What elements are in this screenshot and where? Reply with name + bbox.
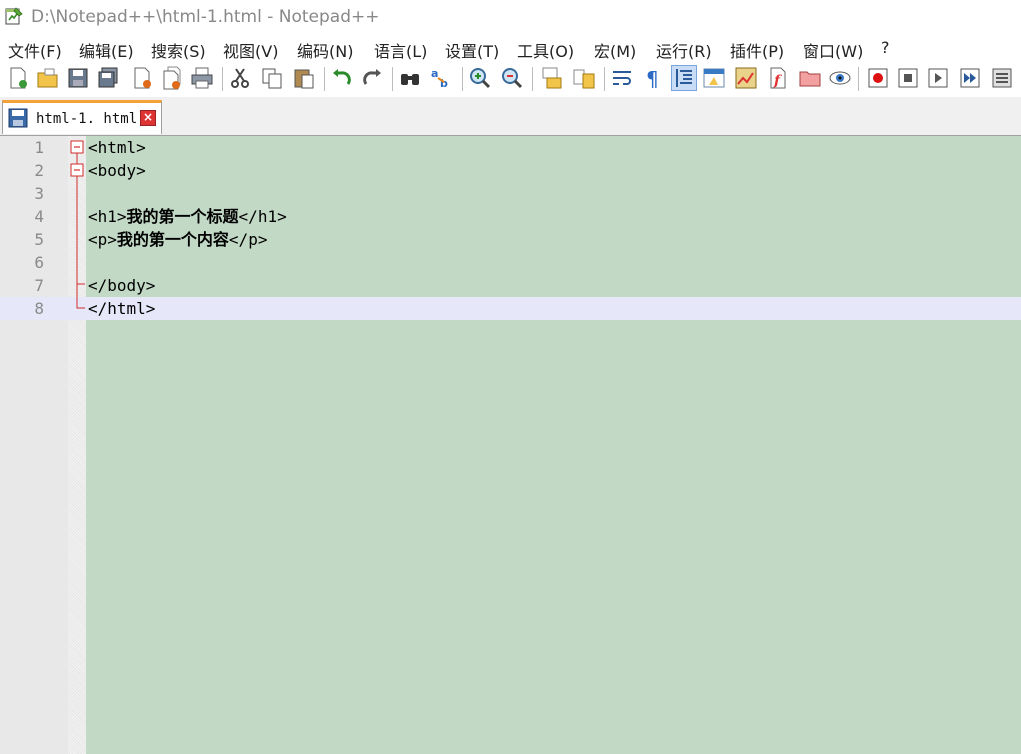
code-line[interactable]: 7 </body>: [0, 274, 1021, 297]
menu-encoding[interactable]: 编码(N): [297, 38, 353, 62]
menu-edit[interactable]: 编辑(E): [79, 38, 134, 62]
code-text: </html>: [88, 299, 156, 318]
fold-tree: [70, 140, 85, 309]
print-icon[interactable]: [190, 66, 214, 90]
title-bar: D:\Notepad++\html-1.html - Notepad++: [0, 0, 1021, 34]
line-number: 6: [34, 253, 44, 272]
notepad-plus-plus-icon: [4, 6, 24, 26]
svg-text:a: a: [431, 67, 438, 80]
svg-text:¶: ¶: [646, 67, 659, 90]
open-file-icon[interactable]: [36, 66, 60, 90]
save-icon[interactable]: [66, 66, 90, 90]
menu-view[interactable]: 视图(V): [223, 38, 278, 62]
menu-language[interactable]: 语言(L): [374, 38, 427, 62]
menu-file[interactable]: 文件(F): [8, 38, 62, 62]
menu-run[interactable]: 运行(R): [656, 38, 712, 62]
run-macro-multiple-icon[interactable]: [958, 66, 982, 90]
monitoring-icon[interactable]: [828, 66, 852, 90]
line-number: 7: [34, 276, 44, 295]
line-number: 1: [34, 138, 44, 157]
copy-icon[interactable]: [260, 66, 284, 90]
menu-bar: 文件(F) 编辑(E) 搜索(S) 视图(V) 编码(N) 语言(L) 设置(T…: [0, 35, 1021, 61]
sync-vertical-icon[interactable]: [540, 66, 564, 90]
code-line[interactable]: 2 <body>: [0, 159, 1021, 182]
menu-window[interactable]: 窗口(W): [803, 38, 863, 62]
find-icon[interactable]: [398, 66, 422, 90]
code-text: <h1>我的第一个标题</h1>: [88, 207, 287, 226]
floppy-disk-icon: [8, 108, 28, 132]
word-wrap-icon[interactable]: [610, 66, 634, 90]
record-macro-icon[interactable]: [866, 66, 890, 90]
udl-icon[interactable]: [702, 66, 726, 90]
line-number: 2: [34, 161, 44, 180]
zoom-in-icon[interactable]: [468, 66, 492, 90]
folder-workspace-icon[interactable]: [798, 66, 822, 90]
tab-html-1[interactable]: html-1. html ×: [2, 100, 162, 134]
tab-close-icon[interactable]: ×: [140, 110, 156, 126]
save-all-icon[interactable]: [96, 66, 120, 90]
replace-icon[interactable]: ab: [430, 66, 454, 90]
line-number: 8: [34, 299, 44, 318]
new-file-icon[interactable]: [6, 66, 30, 90]
menu-plugins[interactable]: 插件(P): [730, 38, 784, 62]
indent-guide-icon[interactable]: [671, 65, 697, 91]
code-text: </body>: [88, 276, 156, 295]
editor-area[interactable]: 1 <html> 2 <body> 3 4 <h1>我的第一个标题</h1> 5…: [0, 136, 1021, 754]
cut-icon[interactable]: [228, 66, 252, 90]
code-line-current[interactable]: 8 </html>: [0, 297, 1021, 320]
tab-label: html-1. html: [36, 111, 138, 127]
menu-macro[interactable]: 宏(M): [594, 38, 636, 62]
undo-icon[interactable]: [330, 66, 354, 90]
menu-tools[interactable]: 工具(O): [517, 38, 574, 62]
code-line[interactable]: 4 <h1>我的第一个标题</h1>: [0, 205, 1021, 228]
code-line[interactable]: 5 <p>我的第一个内容</p>: [0, 228, 1021, 251]
play-macro-icon[interactable]: [926, 66, 950, 90]
code-line[interactable]: 6: [0, 251, 1021, 274]
window-title: D:\Notepad++\html-1.html - Notepad++: [31, 7, 380, 27]
paste-icon[interactable]: [292, 66, 316, 90]
zoom-out-icon[interactable]: [500, 66, 524, 90]
menu-search[interactable]: 搜索(S): [151, 38, 206, 62]
show-all-chars-icon[interactable]: ¶: [640, 66, 664, 91]
menu-settings[interactable]: 设置(T): [445, 38, 499, 62]
sync-horizontal-icon[interactable]: [572, 66, 596, 90]
code-text: <body>: [88, 161, 146, 180]
line-number: 4: [34, 207, 44, 226]
line-number: 5: [34, 230, 44, 249]
document-map-icon[interactable]: [734, 66, 758, 90]
code-text: <p>我的第一个内容</p>: [88, 230, 268, 249]
redo-icon[interactable]: [360, 66, 384, 90]
close-icon[interactable]: [130, 66, 154, 90]
save-macro-icon[interactable]: [990, 66, 1014, 90]
menu-help[interactable]: ?: [881, 38, 890, 57]
function-list-icon[interactable]: f: [766, 66, 790, 90]
tab-bar: html-1. html ×: [0, 97, 1021, 136]
toolbar: ab ¶ f: [0, 63, 1021, 95]
code-line[interactable]: 3: [0, 182, 1021, 205]
code-line[interactable]: 1 <html>: [0, 136, 1021, 159]
code-text: <html>: [88, 138, 146, 157]
stop-macro-icon[interactable]: [896, 66, 920, 90]
line-number: 3: [34, 184, 44, 203]
close-all-icon[interactable]: [160, 66, 184, 90]
